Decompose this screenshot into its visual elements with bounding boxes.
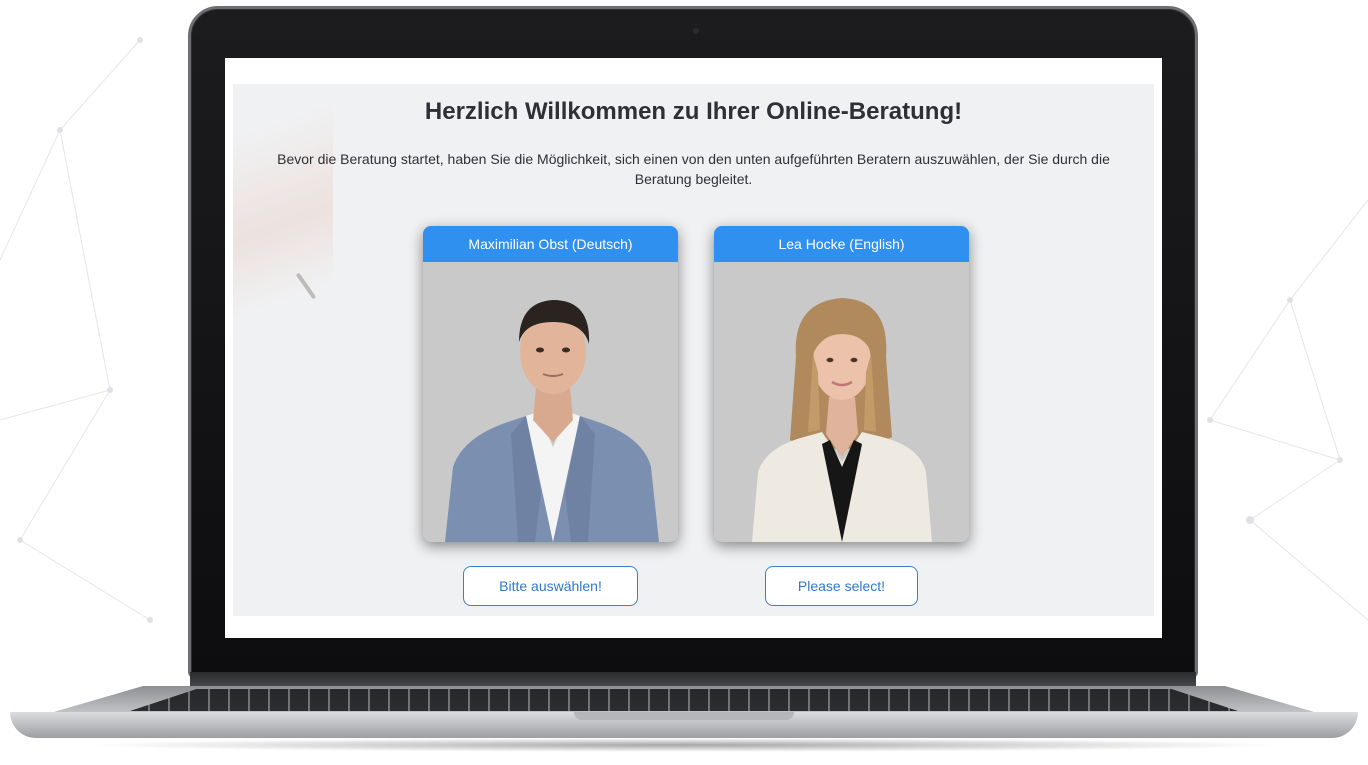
- page-title: Herzlich Willkommen zu Ihrer Online-Bera…: [424, 98, 963, 125]
- select-advisor-lea-button[interactable]: Please select!: [765, 566, 918, 606]
- advisor-name: Lea Hocke (English): [714, 226, 969, 262]
- page-subtitle: Bevor die Beratung startet, haben Sie di…: [277, 151, 1110, 187]
- consultation-panel: Herzlich Willkommen zu Ihrer Online-Bera…: [233, 84, 1154, 616]
- laptop-hinge: [190, 672, 1196, 688]
- advisor-name: Maximilian Obst (Deutsch): [423, 226, 678, 262]
- laptop-base-notch: [574, 712, 794, 720]
- man-portrait-icon: [423, 262, 678, 542]
- advisor-card-maximilian[interactable]: Maximilian Obst (Deutsch): [423, 226, 678, 542]
- webcam-icon: [693, 28, 699, 34]
- woman-portrait-icon: [714, 262, 969, 542]
- laptop-screen: Herzlich Willkommen zu Ihrer Online-Bera…: [225, 58, 1162, 638]
- select-advisor-maximilian-button[interactable]: Bitte auswählen!: [463, 566, 638, 606]
- advisor-card-lea[interactable]: Lea Hocke (English): [714, 226, 969, 542]
- laptop-keyboard: [130, 689, 1238, 711]
- laptop-shadow: [80, 738, 1288, 752]
